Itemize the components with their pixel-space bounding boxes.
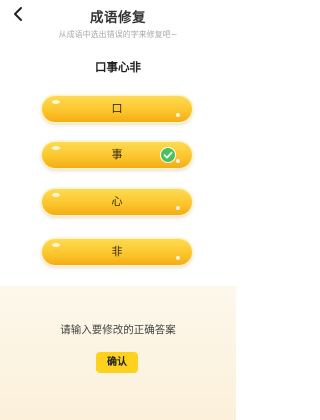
option-button-4[interactable]: 非 xyxy=(42,239,192,265)
page-subtitle: 从成语中选出错误的字来修复吧~ xyxy=(58,30,178,39)
answer-input[interactable] xyxy=(0,320,236,340)
confirm-button[interactable]: 确认 xyxy=(96,352,138,373)
check-circle-icon xyxy=(160,147,176,163)
answer-panel: 确认 xyxy=(0,286,236,420)
idiom-text: 口事心非 xyxy=(95,60,141,74)
option-button-3[interactable]: 心 xyxy=(42,189,192,215)
option-label: 心 xyxy=(111,195,123,208)
option-label: 非 xyxy=(111,245,123,258)
page-title: 成语修复 xyxy=(90,10,146,26)
option-label: 口 xyxy=(111,102,123,115)
idiom-repair-screen: 成语修复 从成语中选出错误的字来修复吧~ 口事心非 口 事 心 非 确认 xyxy=(0,0,236,420)
option-button-1[interactable]: 口 xyxy=(42,96,192,122)
option-button-2[interactable]: 事 xyxy=(42,142,192,168)
